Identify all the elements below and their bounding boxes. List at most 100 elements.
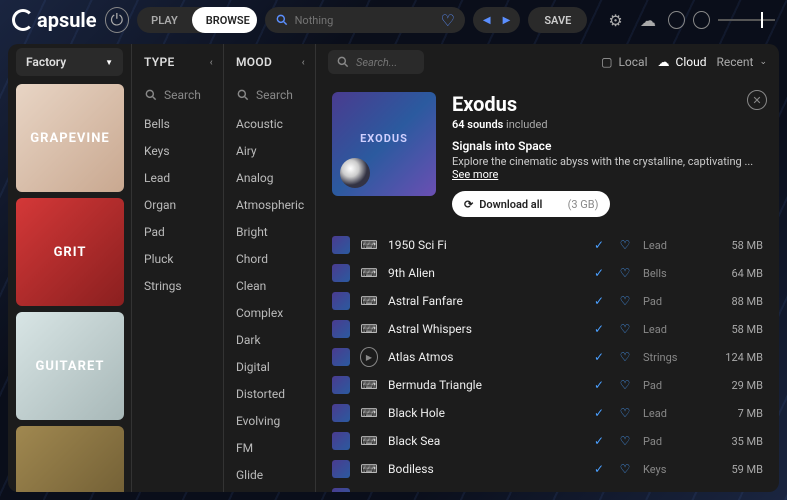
browse-tab[interactable]: BROWSE — [192, 7, 257, 33]
type-item[interactable]: Pluck — [132, 245, 223, 272]
mood-item[interactable]: Dark — [224, 326, 315, 353]
circle-icon-1[interactable] — [668, 11, 685, 29]
pack-subtitle: Signals into Space — [452, 139, 763, 153]
top-search-input[interactable] — [295, 14, 435, 27]
heart-icon[interactable]: ♡ — [441, 11, 455, 30]
download-all-button[interactable]: ⟳ Download all (3 GB) — [452, 191, 610, 217]
mood-item[interactable]: Evolving — [224, 407, 315, 434]
type-search[interactable]: Search — [132, 80, 223, 110]
top-search[interactable]: ♡ — [265, 7, 465, 33]
favorite-icon[interactable]: ♡ — [617, 238, 633, 252]
sound-row[interactable]: ⌨Bold Voyager✓♡Strings58 MB — [316, 483, 779, 492]
sound-thumb — [332, 488, 350, 492]
pack-hero: EXODUS Exodus 64 sounds included Signals… — [316, 80, 779, 231]
mood-item[interactable]: Bright — [224, 218, 315, 245]
power-icon[interactable]: ⏻ — [105, 7, 130, 33]
type-header[interactable]: TYPE‹ — [132, 44, 223, 80]
favorite-icon[interactable]: ♡ — [617, 378, 633, 392]
type-item[interactable]: Lead — [132, 164, 223, 191]
sound-category: Lead — [643, 407, 703, 420]
mood-item[interactable]: Airy — [224, 137, 315, 164]
mood-item[interactable]: Glide — [224, 461, 315, 488]
mood-item[interactable]: Digital — [224, 353, 315, 380]
mood-item[interactable]: Acoustic — [224, 110, 315, 137]
cloud-toggle[interactable]: ☁Cloud — [658, 55, 707, 69]
sound-thumb — [332, 460, 350, 478]
mood-item[interactable]: FM — [224, 434, 315, 461]
check-icon[interactable]: ✓ — [591, 266, 607, 280]
sound-name: Bodiless — [388, 462, 581, 476]
close-button[interactable]: ✕ — [747, 90, 767, 110]
favorite-icon[interactable]: ♡ — [617, 434, 633, 448]
local-toggle[interactable]: ▢Local — [601, 55, 647, 69]
cloud-icon[interactable]: ☁ — [636, 7, 661, 33]
gear-icon[interactable]: ⚙ — [603, 7, 628, 33]
mood-item[interactable]: Atmospheric — [224, 191, 315, 218]
sound-row[interactable]: ⌨Bermuda Triangle✓♡Pad29 MB — [316, 371, 779, 399]
mood-item[interactable]: Clean — [224, 272, 315, 299]
check-icon[interactable]: ✓ — [591, 322, 607, 336]
mood-item[interactable]: Distorted — [224, 380, 315, 407]
type-item[interactable]: Organ — [132, 191, 223, 218]
check-icon[interactable]: ✓ — [591, 378, 607, 392]
favorite-icon[interactable]: ♡ — [617, 294, 633, 308]
sound-row[interactable]: ⌨9th Alien✓♡Bells64 MB — [316, 259, 779, 287]
pack-tile[interactable]: GRIT — [16, 198, 124, 306]
mood-search[interactable]: Search — [224, 80, 315, 110]
favorite-icon[interactable]: ♡ — [617, 350, 633, 364]
circle-icon-2[interactable] — [693, 11, 710, 29]
see-more-link[interactable]: See more — [452, 168, 498, 181]
sound-size: 59 MB — [713, 463, 763, 476]
play-icon[interactable]: ▶ — [360, 347, 378, 367]
pack-tile[interactable]: GUITARET — [16, 312, 124, 420]
mood-item[interactable]: Huge — [224, 488, 315, 492]
content-search[interactable] — [328, 50, 424, 74]
sound-row[interactable]: ⌨Astral Whispers✓♡Lead58 MB — [316, 315, 779, 343]
check-icon[interactable]: ✓ — [591, 350, 607, 364]
type-item[interactable]: Strings — [132, 272, 223, 299]
sound-row[interactable]: ⌨Bodiless✓♡Keys59 MB — [316, 455, 779, 483]
sound-name: 1950 Sci Fi — [388, 238, 581, 252]
sound-row[interactable]: ⌨Black Hole✓♡Lead7 MB — [316, 399, 779, 427]
favorite-icon[interactable]: ♡ — [617, 406, 633, 420]
type-item[interactable]: Bells — [132, 110, 223, 137]
type-item[interactable]: Pad — [132, 218, 223, 245]
sound-rows: ⌨1950 Sci Fi✓♡Lead58 MB⌨9th Alien✓♡Bells… — [316, 231, 779, 492]
check-icon[interactable]: ✓ — [591, 406, 607, 420]
play-tab[interactable]: PLAY — [137, 7, 192, 33]
check-icon[interactable]: ✓ — [591, 490, 607, 492]
factory-dropdown[interactable]: Factory▼ — [16, 48, 123, 76]
recent-dropdown[interactable]: Recent⌄ — [716, 55, 767, 69]
favorite-icon[interactable]: ♡ — [617, 462, 633, 476]
pack-tile[interactable] — [16, 426, 124, 492]
pack-tile[interactable]: GRAPEVINE — [16, 84, 124, 192]
mood-list: AcousticAiryAnalogAtmosphericBrightChord… — [224, 110, 315, 492]
check-icon[interactable]: ✓ — [591, 434, 607, 448]
nav-arrows: ◀ ▶ — [473, 7, 520, 33]
check-icon[interactable]: ✓ — [591, 462, 607, 476]
sound-row[interactable]: ⌨1950 Sci Fi✓♡Lead58 MB — [316, 231, 779, 259]
sound-thumb — [332, 376, 350, 394]
mood-header[interactable]: MOOD‹ — [224, 44, 315, 80]
pack-description: Explore the cinematic abyss with the cry… — [452, 155, 763, 181]
favorite-icon[interactable]: ♡ — [617, 266, 633, 280]
favorite-icon[interactable]: ♡ — [617, 322, 633, 336]
save-button[interactable]: SAVE — [528, 7, 587, 33]
check-icon[interactable]: ✓ — [591, 294, 607, 308]
mood-item[interactable]: Chord — [224, 245, 315, 272]
sound-row[interactable]: ▶Atlas Atmos✓♡Strings124 MB — [316, 343, 779, 371]
sound-row[interactable]: ⌨Astral Fanfare✓♡Pad88 MB — [316, 287, 779, 315]
sound-size: 88 MB — [713, 295, 763, 308]
content-search-input[interactable] — [356, 56, 416, 69]
next-button[interactable]: ▶ — [497, 15, 517, 26]
prev-button[interactable]: ◀ — [477, 15, 497, 26]
favorite-icon[interactable]: ♡ — [617, 490, 633, 492]
type-item[interactable]: Keys — [132, 137, 223, 164]
logo: apsule — [12, 8, 97, 32]
chevron-down-icon: ⌄ — [759, 57, 767, 67]
mood-item[interactable]: Complex — [224, 299, 315, 326]
volume-slider[interactable] — [718, 7, 775, 33]
check-icon[interactable]: ✓ — [591, 238, 607, 252]
sound-row[interactable]: ⌨Black Sea✓♡Pad35 MB — [316, 427, 779, 455]
mood-item[interactable]: Analog — [224, 164, 315, 191]
